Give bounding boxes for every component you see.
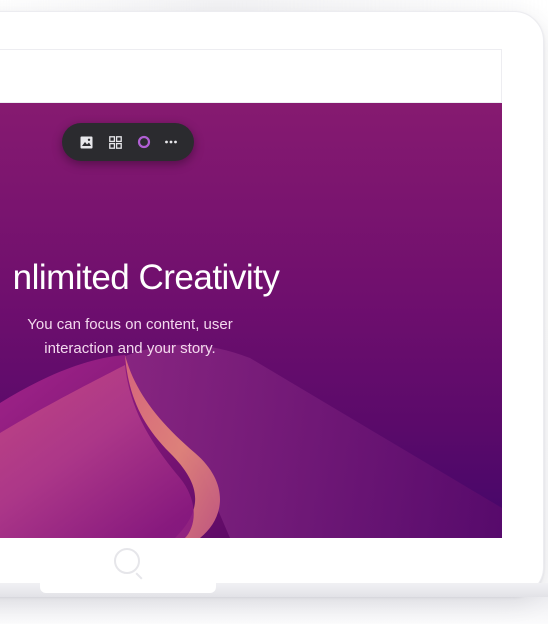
color-circle-icon[interactable] (135, 133, 153, 151)
stage: nlimited Creativity You can focus on con… (0, 0, 548, 624)
hero-subtitle-line-2: interaction and your story. (44, 340, 216, 357)
hero-title: nlimited Creativity (12, 258, 280, 297)
more-icon[interactable] (162, 133, 180, 151)
hero-subtitle: You can focus on content, user interacti… (0, 313, 260, 361)
hero-subtitle-line-1: You can focus on content, user (27, 316, 233, 333)
floating-toolbar (62, 123, 194, 161)
home-button[interactable] (114, 548, 140, 574)
device-shadow (0, 597, 548, 624)
home-plate (40, 583, 216, 593)
image-icon[interactable] (77, 133, 95, 151)
browser-bar (0, 49, 502, 103)
grid-icon[interactable] (106, 133, 124, 151)
